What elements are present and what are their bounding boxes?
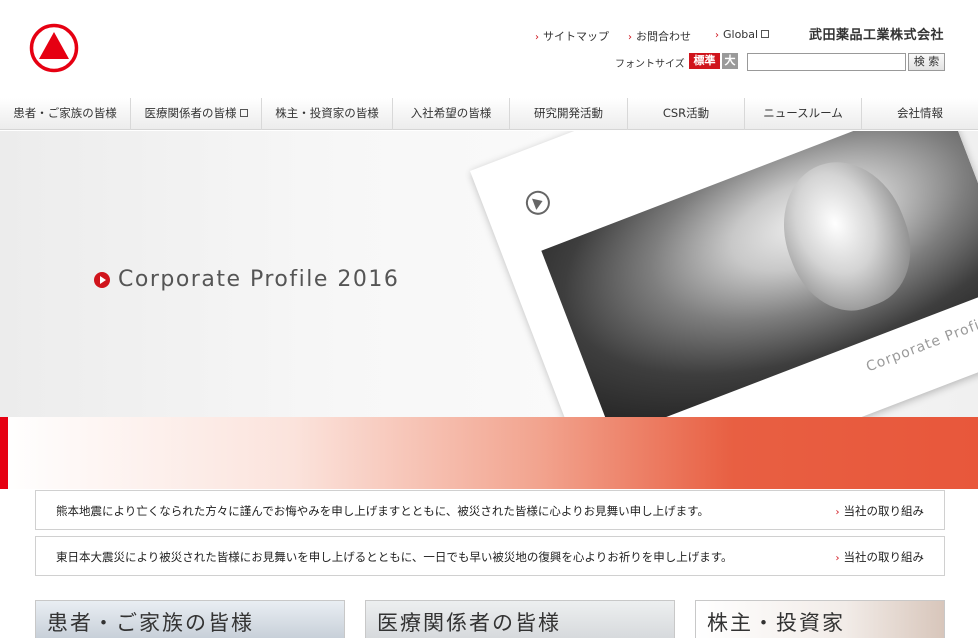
- chevron-right-icon: ›: [535, 32, 539, 43]
- notice-text: 熊本地震により亡くなられた方々に謹んでお悔やみを申し上げますとともに、被災された…: [56, 504, 709, 518]
- tile-medical[interactable]: 医療関係者の皆様: [365, 600, 675, 638]
- hero-banner[interactable]: Corporate Profile 2016 Corporate Profile…: [0, 131, 978, 431]
- hero-title: Corporate Profile 2016: [118, 267, 400, 292]
- font-size-large-button[interactable]: 大: [722, 53, 738, 69]
- sitemap-link[interactable]: › サイトマップ: [535, 28, 609, 44]
- font-size-label: フォントサイズ: [615, 59, 685, 70]
- chevron-right-icon: ›: [715, 30, 719, 41]
- notice-text: 東日本大震災により被災された皆様にお見舞いを申し上げるとともに、一日でも早い被災…: [56, 550, 733, 564]
- portrait-photo: [541, 131, 978, 431]
- contact-link[interactable]: › お問合わせ: [628, 28, 691, 44]
- notice-link[interactable]: › 当社の取り組み: [836, 503, 925, 519]
- site-header: › サイトマップ › お問合わせ › Global 武田薬品工業株式会社 フォントサイ…: [0, 0, 978, 98]
- decorative-band: [0, 417, 978, 489]
- company-logo[interactable]: [29, 23, 79, 73]
- nav-item-medical[interactable]: 医療関係者の皆様: [131, 98, 262, 130]
- global-nav: 患者・ご家族の皆様 医療関係者の皆様 株主・投資家の皆様 入社希望の皆様 研究開…: [0, 98, 978, 130]
- nav-item-csr[interactable]: CSR活動: [628, 98, 745, 130]
- font-size-standard-button[interactable]: 標準: [689, 53, 720, 69]
- tile-title: 株主・投資家: [707, 611, 845, 635]
- tile-patients[interactable]: 患者・ご家族の皆様: [35, 600, 345, 638]
- global-link[interactable]: › Global: [715, 28, 770, 41]
- chevron-right-icon: ›: [835, 553, 840, 564]
- tile-title: 医療関係者の皆様: [377, 611, 561, 635]
- band-accent: [0, 417, 8, 489]
- nav-item-investors[interactable]: 株主・投資家の皆様: [262, 98, 393, 130]
- hero-title-link[interactable]: Corporate Profile 2016: [94, 267, 399, 292]
- search-button[interactable]: 検 索: [908, 53, 945, 71]
- company-name: 武田薬品工業株式会社: [809, 28, 945, 43]
- nav-item-careers[interactable]: 入社希望の皆様: [393, 98, 510, 130]
- chevron-right-icon: ›: [835, 507, 840, 518]
- nav-item-rnd[interactable]: 研究開発活動: [510, 98, 628, 130]
- notice-box: 東日本大震災により被災された皆様にお見舞いを申し上げるとともに、一日でも早い被災…: [35, 536, 945, 576]
- nav-item-newsroom[interactable]: ニュースルーム: [745, 98, 862, 130]
- external-window-icon: [761, 30, 770, 38]
- portrait-face: [763, 143, 929, 328]
- nav-item-patients[interactable]: 患者・ご家族の皆様: [0, 98, 131, 130]
- external-window-icon: [239, 109, 248, 117]
- search-input[interactable]: [747, 53, 906, 71]
- notice-box: 熊本地震により亡くなられた方々に謹んでお悔やみを申し上げますとともに、被災された…: [35, 490, 945, 530]
- arrow-circle-icon: [94, 271, 110, 288]
- brochure-image: Corporate Profile 2016: [470, 131, 978, 431]
- notice-link[interactable]: › 当社の取り組み: [836, 549, 925, 565]
- tile-title: 患者・ご家族の皆様: [47, 611, 254, 635]
- tile-investors[interactable]: 株主・投資家: [695, 600, 945, 638]
- chevron-right-icon: ›: [628, 32, 632, 43]
- brochure-logo-icon: [522, 187, 554, 219]
- nav-item-company[interactable]: 会社情報: [862, 98, 978, 130]
